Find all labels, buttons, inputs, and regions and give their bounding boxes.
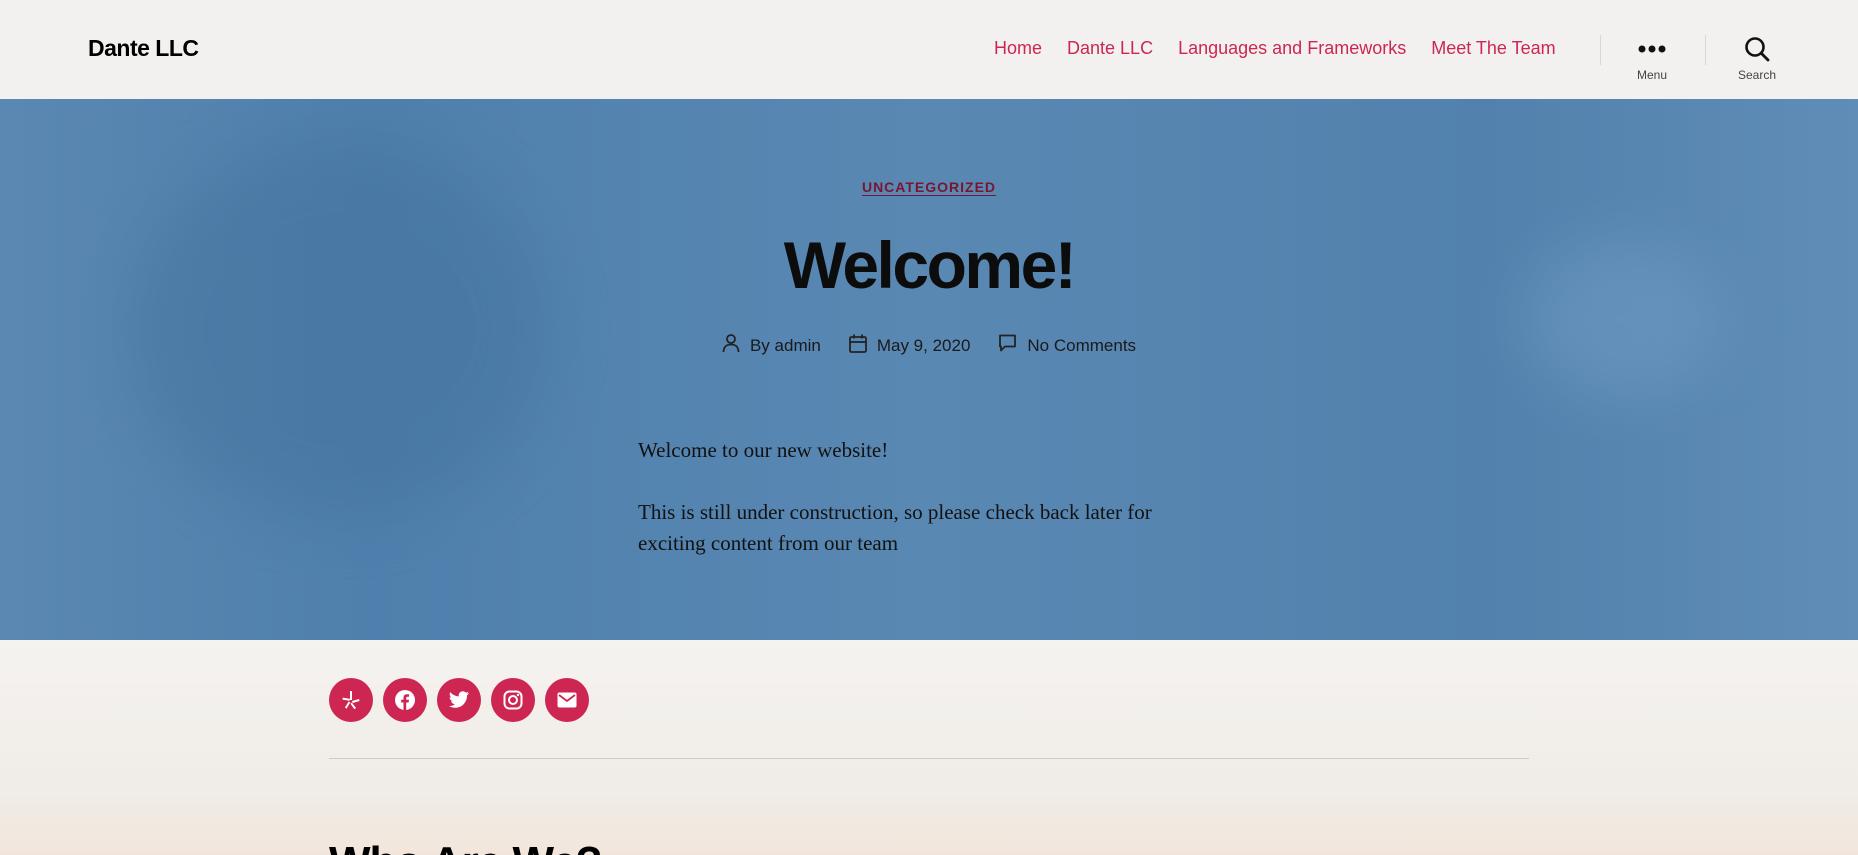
nav-item-languages[interactable]: Languages and Frameworks	[1178, 38, 1406, 59]
post-category: UNCATEGORIZED	[0, 179, 1858, 197]
post-comments: No Comments	[998, 333, 1136, 358]
facebook-icon[interactable]	[383, 678, 427, 722]
post-date: May 9, 2020	[848, 333, 971, 358]
content-paragraph: Welcome to our new website!	[638, 438, 889, 462]
search-icon	[1717, 36, 1797, 62]
post-title: Welcome!	[783, 228, 1077, 302]
post-content: Welcome to our new website! This is stil…	[638, 435, 1178, 559]
lower-section: Who Are We?	[0, 640, 1858, 855]
section-divider	[329, 758, 1529, 759]
ellipsis-icon	[1612, 36, 1692, 62]
site-header: Dante LLC Home Dante LLC Languages and F…	[0, 0, 1858, 99]
twitter-icon[interactable]	[437, 678, 481, 722]
yelp-icon[interactable]	[329, 678, 373, 722]
calendar-icon	[848, 334, 867, 358]
nav-item-home[interactable]: Home	[994, 38, 1042, 59]
menu-toggle[interactable]: Menu	[1612, 36, 1692, 82]
nav-item-meet-the-team[interactable]: Meet The Team	[1431, 38, 1555, 59]
mail-icon[interactable]	[545, 678, 589, 722]
site-title[interactable]: Dante LLC	[88, 35, 199, 62]
comments-link[interactable]: No Comments	[1027, 336, 1136, 356]
date-link[interactable]: May 9, 2020	[877, 336, 971, 356]
category-link[interactable]: UNCATEGORIZED	[862, 179, 996, 195]
post-meta: By admin May 9, 2020 No Comments	[0, 333, 1858, 358]
post-hero: UNCATEGORIZED Welcome! By admin May 9, 2…	[0, 99, 1858, 640]
author-link[interactable]: admin	[775, 336, 821, 355]
post-author: By admin	[722, 333, 821, 358]
comment-icon	[998, 334, 1017, 357]
search-label: Search	[1737, 68, 1777, 82]
search-toggle[interactable]: Search	[1717, 36, 1797, 82]
section-heading: Who Are We?	[329, 838, 603, 855]
nav-divider	[1705, 35, 1706, 65]
nav-item-dante-llc[interactable]: Dante LLC	[1067, 38, 1153, 59]
social-links	[329, 678, 589, 722]
primary-nav: Home Dante LLC Languages and Frameworks …	[994, 38, 1581, 59]
instagram-icon[interactable]	[491, 678, 535, 722]
author-prefix: By	[749, 335, 770, 355]
person-icon	[722, 333, 740, 358]
nav-divider	[1600, 35, 1601, 65]
menu-label: Menu	[1636, 68, 1668, 82]
content-paragraph: This is still under construction, so ple…	[638, 500, 1152, 555]
